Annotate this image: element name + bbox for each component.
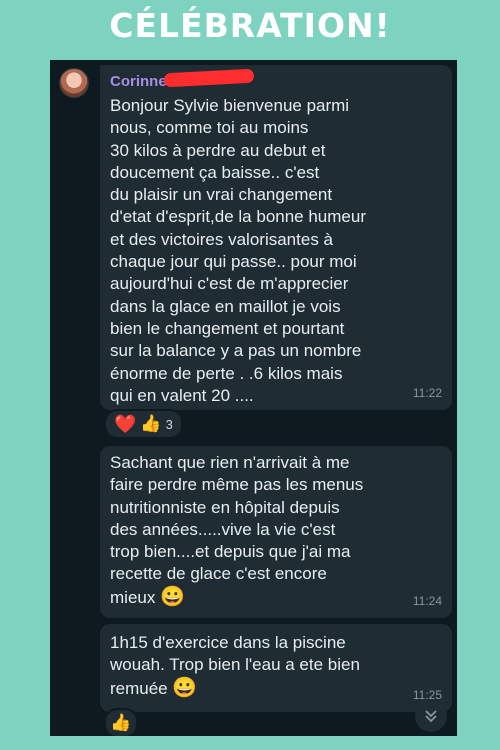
reactions-pill[interactable]: ❤️ 👍 3 (104, 409, 183, 439)
grinning-face-icon: 😀 (172, 676, 198, 699)
message-text: Bonjour Sylvie bienvenue parmi nous, com… (110, 96, 366, 405)
message-text: 1h15 d'exercice dans la piscine wouah. T… (110, 632, 444, 700)
chevron-double-down-icon (425, 710, 437, 723)
reaction-pill[interactable]: 👍 (104, 708, 138, 736)
message-time: 11:22 (412, 385, 442, 400)
message-body: 1h15 d'exercice dans la piscine wouah. T… (110, 633, 360, 698)
grinning-face-icon: 😀 (160, 585, 185, 608)
message-text: Sachant que rien n'arrivait à me faire p… (110, 452, 444, 609)
banner-title: CÉLÉBRATION! (109, 6, 391, 45)
message-bubble[interactable]: 1h15 d'exercice dans la piscine wouah. T… (100, 624, 452, 712)
sender-name[interactable]: Corinne (110, 71, 167, 93)
message-time: 11:24 (412, 593, 442, 608)
heart-icon: ❤️ (114, 413, 137, 434)
thumbs-up-icon: 👍 (140, 414, 162, 433)
message-bubble[interactable]: Corinne Bonjour Sylvie bienvenue parmi n… (100, 65, 452, 410)
redaction-mark (163, 68, 255, 88)
avatar[interactable] (59, 68, 89, 98)
message-body: Sachant que rien n'arrivait à me faire p… (110, 453, 364, 607)
thumbs-up-icon: 👍 (110, 713, 132, 732)
scroll-down-button[interactable] (415, 700, 447, 732)
reaction-count: 3 (165, 416, 173, 432)
chat-screenshot: Corinne Bonjour Sylvie bienvenue parmi n… (50, 60, 457, 736)
message-bubble[interactable]: Sachant que rien n'arrivait à me faire p… (100, 446, 452, 618)
